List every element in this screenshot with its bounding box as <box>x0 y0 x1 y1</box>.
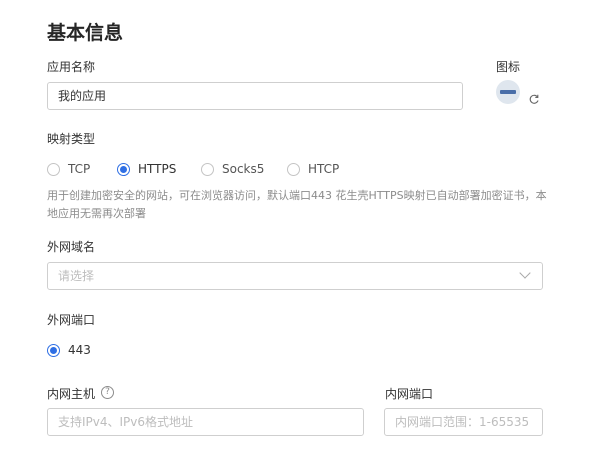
radio-port-443-label[interactable]: 443 <box>68 343 91 357</box>
mapping-type-hint: 用于创建加密安全的网站，可在浏览器访问，默认端口443 花生壳HTTPS映射已自… <box>47 189 547 220</box>
internal-port-input[interactable]: 内网端口范围：1-65535 <box>384 408 543 436</box>
radio-socks5[interactable] <box>201 163 214 176</box>
section-title: 基本信息 <box>47 22 124 44</box>
radio-port-443[interactable] <box>47 344 60 357</box>
refresh-icon[interactable] <box>528 90 540 104</box>
radio-socks5-label[interactable]: Socks5 <box>222 162 264 176</box>
radio-tcp-label[interactable]: TCP <box>68 162 90 176</box>
internal-host-label: 内网主机 <box>47 387 96 401</box>
internal-host-input[interactable]: 支持IPv4、IPv6格式地址 <box>47 408 364 436</box>
app-avatar-icon[interactable] <box>496 80 520 104</box>
radio-htcp-label[interactable]: HTCP <box>308 162 339 176</box>
radio-htcp[interactable] <box>287 163 300 176</box>
internal-port-label: 内网端口 <box>385 387 434 401</box>
radio-tcp[interactable] <box>47 163 60 176</box>
app-name-label: 应用名称 <box>47 60 96 74</box>
domain-label: 外网域名 <box>47 240 96 254</box>
radio-https[interactable] <box>117 163 130 176</box>
external-port-label: 外网端口 <box>47 313 96 327</box>
help-icon[interactable]: ? <box>101 386 114 399</box>
icon-label: 图标 <box>496 60 521 74</box>
app-name-input[interactable]: 我的应用 <box>47 82 463 110</box>
mapping-type-label: 映射类型 <box>47 132 96 146</box>
radio-https-label[interactable]: HTTPS <box>138 162 176 176</box>
domain-select[interactable]: 请选择 <box>47 262 543 290</box>
